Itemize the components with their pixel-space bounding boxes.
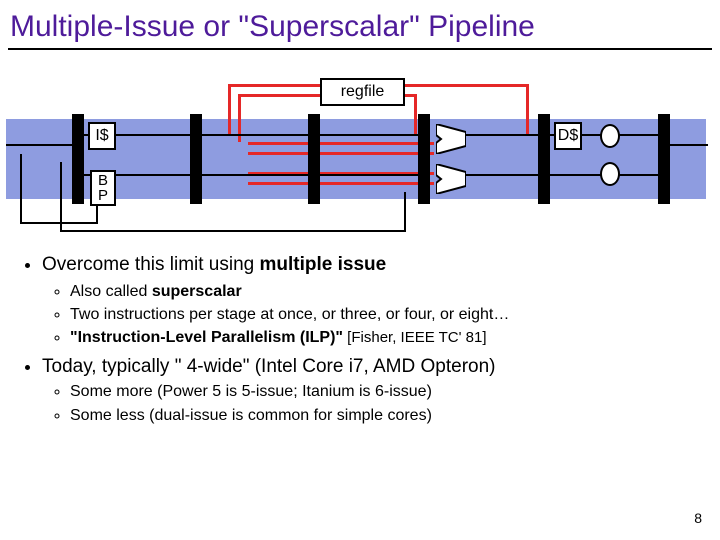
- wire: [20, 154, 22, 224]
- wire: [466, 134, 538, 136]
- branch-predictor-box: B P: [90, 170, 116, 206]
- page-number: 8: [694, 510, 702, 526]
- stage-bar: [418, 114, 430, 204]
- wire: [96, 204, 98, 224]
- stage-bar: [658, 114, 670, 204]
- alu-icon: [436, 164, 466, 194]
- wire: [20, 222, 98, 224]
- red-wire: [414, 94, 417, 136]
- spacer: Some more (Power 5 is 5-issue; Itanium i…: [42, 381, 702, 425]
- text-bold: multiple issue: [260, 254, 387, 275]
- alu-icon: [436, 124, 466, 154]
- mux-icon: [600, 162, 620, 186]
- stage-bar: [72, 114, 84, 204]
- bullet-level2: "Instruction-Level Parallelism (ILP)" [F…: [70, 327, 702, 348]
- wire: [202, 134, 308, 136]
- red-wire: [248, 142, 434, 145]
- regfile-box: regfile: [320, 78, 405, 106]
- bullet-level1: Today, typically " 4-wide" (Intel Core i…: [42, 354, 702, 379]
- wire: [670, 144, 708, 146]
- bullet-level2: Some more (Power 5 is 5-issue; Itanium i…: [70, 381, 702, 402]
- stage-bar: [308, 114, 320, 204]
- citation: [Fisher, IEEE TC' 81]: [343, 329, 486, 346]
- bp-line1: B: [92, 173, 114, 188]
- wire: [60, 230, 406, 232]
- wire: [60, 162, 62, 232]
- wire: [202, 174, 308, 176]
- icache-box: I$: [88, 122, 116, 150]
- dcache-box: D$: [554, 122, 582, 150]
- mux-icon: [600, 124, 620, 148]
- body-text: Overcome this limit using multiple issue…: [18, 248, 702, 432]
- wire: [466, 174, 538, 176]
- stage-bar: [538, 114, 550, 204]
- text: Also called: [70, 283, 152, 300]
- text-bold: superscalar: [152, 283, 242, 300]
- bullet-level2: Also called superscalar: [70, 281, 702, 302]
- bullet-level2: Some less (dual-issue is common for simp…: [70, 405, 702, 426]
- bullet-level1: Overcome this limit using multiple issue…: [42, 252, 702, 348]
- slide-title: Multiple-Issue or "Superscalar" Pipeline: [0, 0, 720, 48]
- stage-bar: [190, 114, 202, 204]
- red-wire: [248, 152, 434, 155]
- red-wire: [248, 182, 434, 185]
- red-wire: [526, 84, 529, 134]
- red-wire: [228, 84, 231, 136]
- wire: [320, 134, 418, 136]
- bullet-level2: Two instructions per stage at once, or t…: [70, 304, 702, 325]
- wire: [404, 192, 406, 232]
- pipeline-figure: regfile I$ D$ B P: [0, 74, 720, 234]
- wire: [320, 174, 418, 176]
- wire: [6, 144, 72, 146]
- text: Overcome this limit using: [42, 254, 260, 275]
- title-rule: [8, 48, 712, 50]
- bp-line2: P: [92, 188, 114, 203]
- text-bold: "Instruction-Level Parallelism (ILP)": [70, 329, 343, 346]
